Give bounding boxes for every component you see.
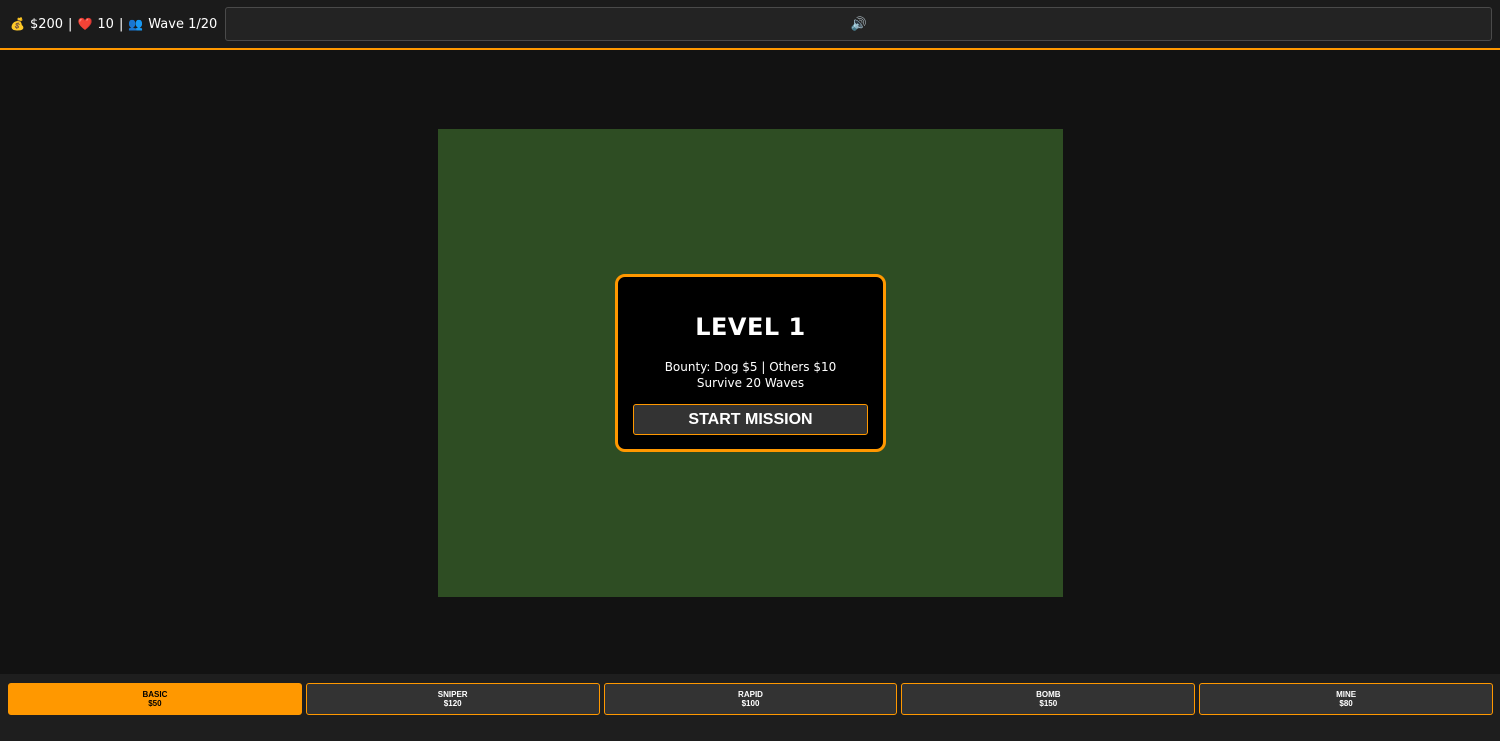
hud-stats: 💰 $200 | ❤️ 10 | 👥 Wave 1/20 xyxy=(10,17,217,32)
level-intro-modal: LEVEL 1 Bounty: Dog $5 | Others $10 Surv… xyxy=(615,274,886,452)
top-bar: 💰 $200 | ❤️ 10 | 👥 Wave 1/20 🔊 xyxy=(0,0,1500,50)
speaker-icon: 🔊 xyxy=(850,16,867,32)
tower-name: BASIC xyxy=(142,690,168,699)
separator: | xyxy=(68,16,73,32)
tower-cost: $50 xyxy=(148,699,162,708)
tower-cost: $120 xyxy=(443,699,462,708)
lives-value: 10 xyxy=(97,16,114,32)
game-stage: LEVEL 1 Bounty: Dog $5 | Others $10 Surv… xyxy=(0,50,1500,674)
tower-name: SNIPER xyxy=(437,690,468,699)
tower-shop: BASIC $50 SNIPER $120 RAPID $100 BOMB $1… xyxy=(0,674,1500,741)
tower-cost: $100 xyxy=(741,699,760,708)
tower-button-rapid[interactable]: RAPID $100 xyxy=(603,683,898,715)
tower-button-mine[interactable]: MINE $80 xyxy=(1199,683,1493,715)
tower-name: MINE xyxy=(1336,690,1357,699)
tower-button-bomb[interactable]: BOMB $150 xyxy=(901,683,1196,715)
start-mission-button[interactable]: START MISSION xyxy=(633,404,868,435)
heart-icon: ❤️ xyxy=(77,17,93,31)
tower-button-sniper[interactable]: SNIPER $120 xyxy=(305,683,600,715)
game-field[interactable]: LEVEL 1 Bounty: Dog $5 | Others $10 Surv… xyxy=(438,129,1063,597)
tower-cost: $150 xyxy=(1039,699,1058,708)
tower-name: BOMB xyxy=(1036,690,1061,699)
tower-button-basic[interactable]: BASIC $50 xyxy=(8,683,302,715)
tower-name: RAPID xyxy=(738,690,763,699)
separator: | xyxy=(118,16,124,32)
wave-value: Wave 1/20 xyxy=(148,16,218,32)
money-bag-icon: 💰 xyxy=(10,17,25,31)
sound-toggle-button[interactable]: 🔊 xyxy=(225,7,1492,41)
bounty-text: Bounty: Dog $5 | Others $10 xyxy=(664,360,837,374)
goal-text: Survive 20 Waves xyxy=(696,376,805,390)
level-title: LEVEL 1 xyxy=(695,313,806,341)
enemies-icon: 👥 xyxy=(128,17,144,31)
money-value: $200 xyxy=(29,16,64,32)
tower-cost: $80 xyxy=(1339,699,1353,708)
